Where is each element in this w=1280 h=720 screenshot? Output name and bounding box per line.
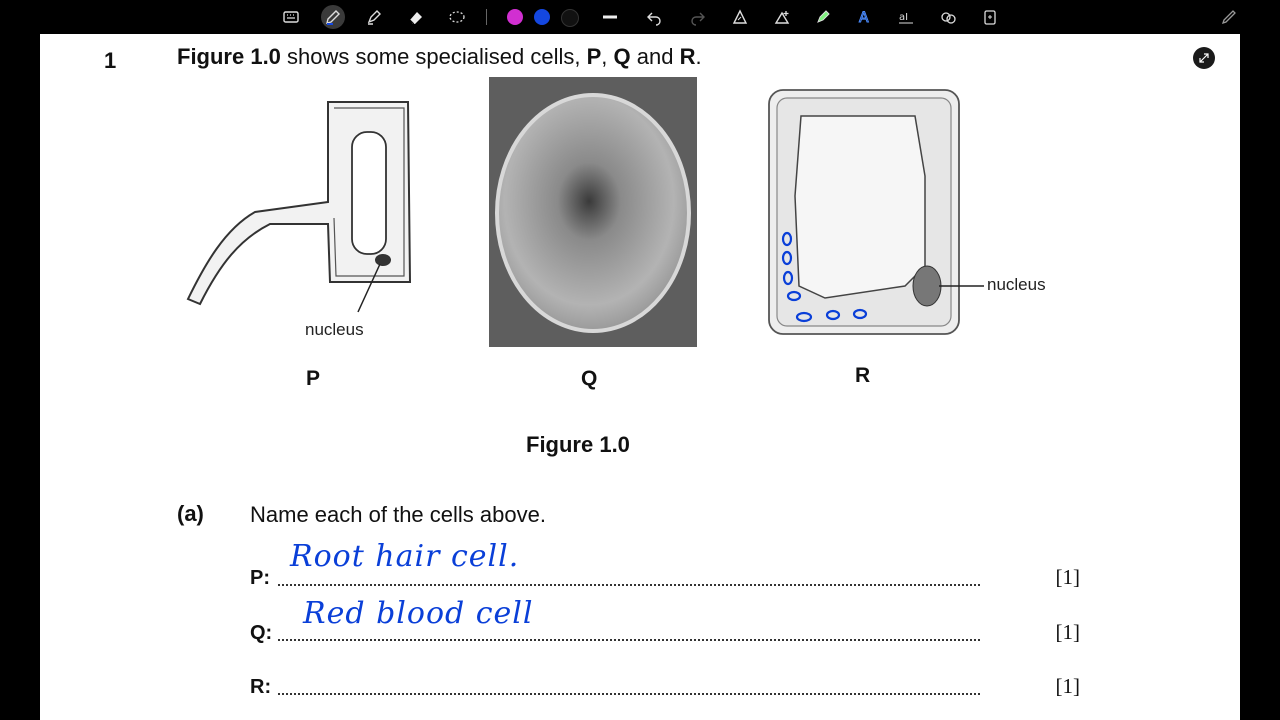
toolbar-separator bbox=[486, 9, 487, 25]
answer-line bbox=[278, 584, 980, 586]
handwritten-answer-q: Red blood cell bbox=[303, 596, 534, 631]
shapes-circles-icon[interactable] bbox=[936, 5, 960, 29]
color-magenta-swatch[interactable] bbox=[507, 9, 523, 25]
svg-text:A: A bbox=[859, 10, 869, 26]
nucleus-pointer-line bbox=[939, 285, 984, 287]
color-blue-swatch[interactable] bbox=[534, 9, 550, 25]
cell-label-r: R bbox=[855, 364, 871, 387]
pencil-icon[interactable] bbox=[1217, 5, 1241, 29]
svg-text:aI: aI bbox=[899, 12, 908, 23]
document-page: 1 Figure 1.0 shows some specialised cell… bbox=[40, 34, 1240, 720]
answer-line bbox=[278, 639, 980, 641]
undo-icon[interactable] bbox=[642, 5, 666, 29]
redo-icon[interactable] bbox=[686, 5, 710, 29]
question-number: 1 bbox=[104, 48, 117, 73]
part-a-text: Name each of the cells above. bbox=[250, 502, 546, 527]
answer-line bbox=[278, 693, 980, 695]
line-width-icon[interactable] bbox=[598, 5, 622, 29]
nucleus-label-r: nucleus bbox=[987, 275, 1046, 294]
part-a-label: (a) bbox=[177, 501, 204, 526]
cell-label-q: Q bbox=[581, 367, 598, 390]
text-highlighter-icon[interactable] bbox=[811, 5, 835, 29]
shapes-pen-icon[interactable] bbox=[728, 5, 752, 29]
text-a-icon[interactable]: A bbox=[852, 5, 876, 29]
collapse-button[interactable] bbox=[1193, 47, 1215, 69]
answer-row-r[interactable]: R: [1] bbox=[250, 665, 1080, 699]
cell-label-p: P bbox=[306, 367, 321, 390]
handwritten-answer-p: Root hair cell. bbox=[290, 539, 520, 574]
pen-icon[interactable] bbox=[321, 5, 345, 29]
highlighter-icon[interactable] bbox=[362, 5, 386, 29]
red-blood-cell-photo bbox=[489, 77, 697, 347]
insert-image-icon[interactable] bbox=[770, 5, 794, 29]
color-black-swatch[interactable] bbox=[561, 9, 579, 27]
text-box-icon[interactable]: aI bbox=[894, 5, 918, 29]
annotation-toolbar: A aI bbox=[0, 0, 1280, 34]
root-hair-cell-drawing bbox=[186, 101, 412, 313]
question-text: Figure 1.0 shows some specialised cells,… bbox=[177, 44, 702, 69]
more-icon[interactable] bbox=[978, 5, 1002, 29]
eraser-icon[interactable] bbox=[404, 5, 428, 29]
keyboard-icon[interactable] bbox=[279, 5, 303, 29]
lasso-icon[interactable] bbox=[445, 5, 469, 29]
plant-cell-drawing bbox=[768, 89, 960, 335]
figure-caption: Figure 1.0 bbox=[526, 432, 630, 457]
nucleus-label-p: nucleus bbox=[305, 320, 364, 339]
